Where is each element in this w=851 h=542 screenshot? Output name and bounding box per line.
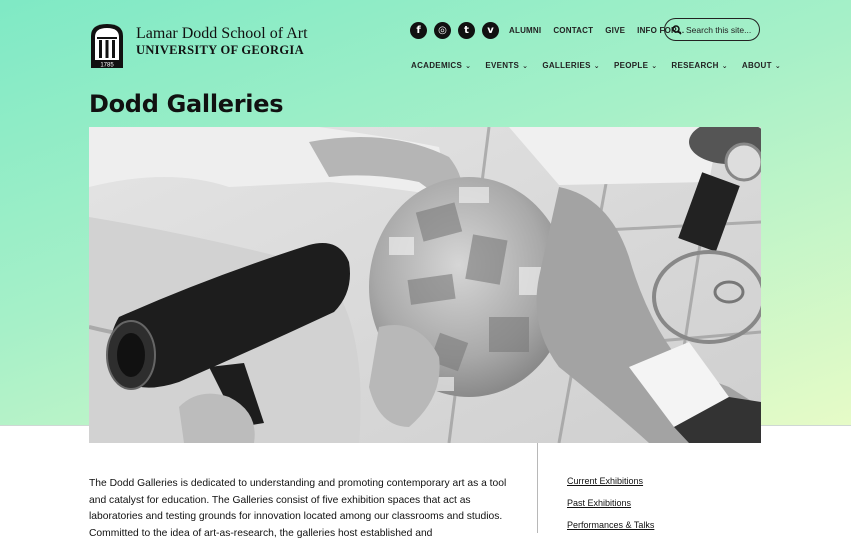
chevron-down-icon: ⌄: [651, 61, 658, 70]
svg-text:1785: 1785: [100, 63, 114, 69]
nav-events[interactable]: EVENTS ⌄: [485, 61, 528, 70]
chevron-down-icon: ⌄: [774, 61, 781, 70]
nav-research[interactable]: RESEARCH ⌄: [671, 61, 727, 70]
chevron-down-icon: ⌄: [465, 61, 472, 70]
alumni-link[interactable]: ALUMNI: [509, 26, 541, 35]
search-input[interactable]: [686, 24, 756, 35]
school-name: Lamar Dodd School of Art: [136, 25, 308, 42]
nav-about[interactable]: ABOUT ⌄: [742, 61, 781, 70]
content-divider: [537, 443, 538, 533]
nav-galleries[interactable]: GALLERIES ⌄: [542, 61, 600, 70]
instagram-icon[interactable]: ◎: [434, 22, 451, 39]
chevron-down-icon: ⌄: [522, 61, 529, 70]
sidebar-links: Current Exhibitions Past Exhibitions Per…: [567, 475, 654, 531]
search-box[interactable]: [664, 18, 760, 41]
chevron-down-icon: ⌄: [721, 61, 728, 70]
site-logo[interactable]: 1785 Lamar Dodd School of Art UNIVERSITY…: [89, 22, 308, 70]
nav-academics[interactable]: ACADEMICS ⌄: [411, 61, 471, 70]
performances-talks-link[interactable]: Performances & Talks: [567, 519, 654, 531]
arch-logo-icon: 1785: [91, 24, 123, 69]
utility-nav: ALUMNI CONTACT GIVE INFO FOR...: [509, 26, 684, 35]
vimeo-icon[interactable]: v: [482, 22, 499, 39]
current-exhibitions-link[interactable]: Current Exhibitions: [567, 475, 654, 487]
give-link[interactable]: GIVE: [605, 26, 625, 35]
contact-link[interactable]: CONTACT: [553, 26, 593, 35]
hero-image: [89, 127, 761, 443]
twitter-icon[interactable]: t: [458, 22, 475, 39]
university-name: UNIVERSITY OF GEORGIA: [136, 43, 304, 57]
past-exhibitions-link[interactable]: Past Exhibitions: [567, 497, 654, 509]
page-title: Dodd Galleries: [89, 90, 284, 118]
social-links: f ◎ t v: [410, 22, 499, 39]
nav-people[interactable]: PEOPLE ⌄: [614, 61, 657, 70]
chevron-down-icon: ⌄: [593, 61, 600, 70]
intro-text: The Dodd Galleries is dedicated to under…: [89, 478, 507, 539]
facebook-icon[interactable]: f: [410, 22, 427, 39]
main-nav: ACADEMICS ⌄ EVENTS ⌄ GALLERIES ⌄ PEOPLE ⌄ RE…: [411, 61, 781, 70]
search-icon: [672, 24, 682, 35]
